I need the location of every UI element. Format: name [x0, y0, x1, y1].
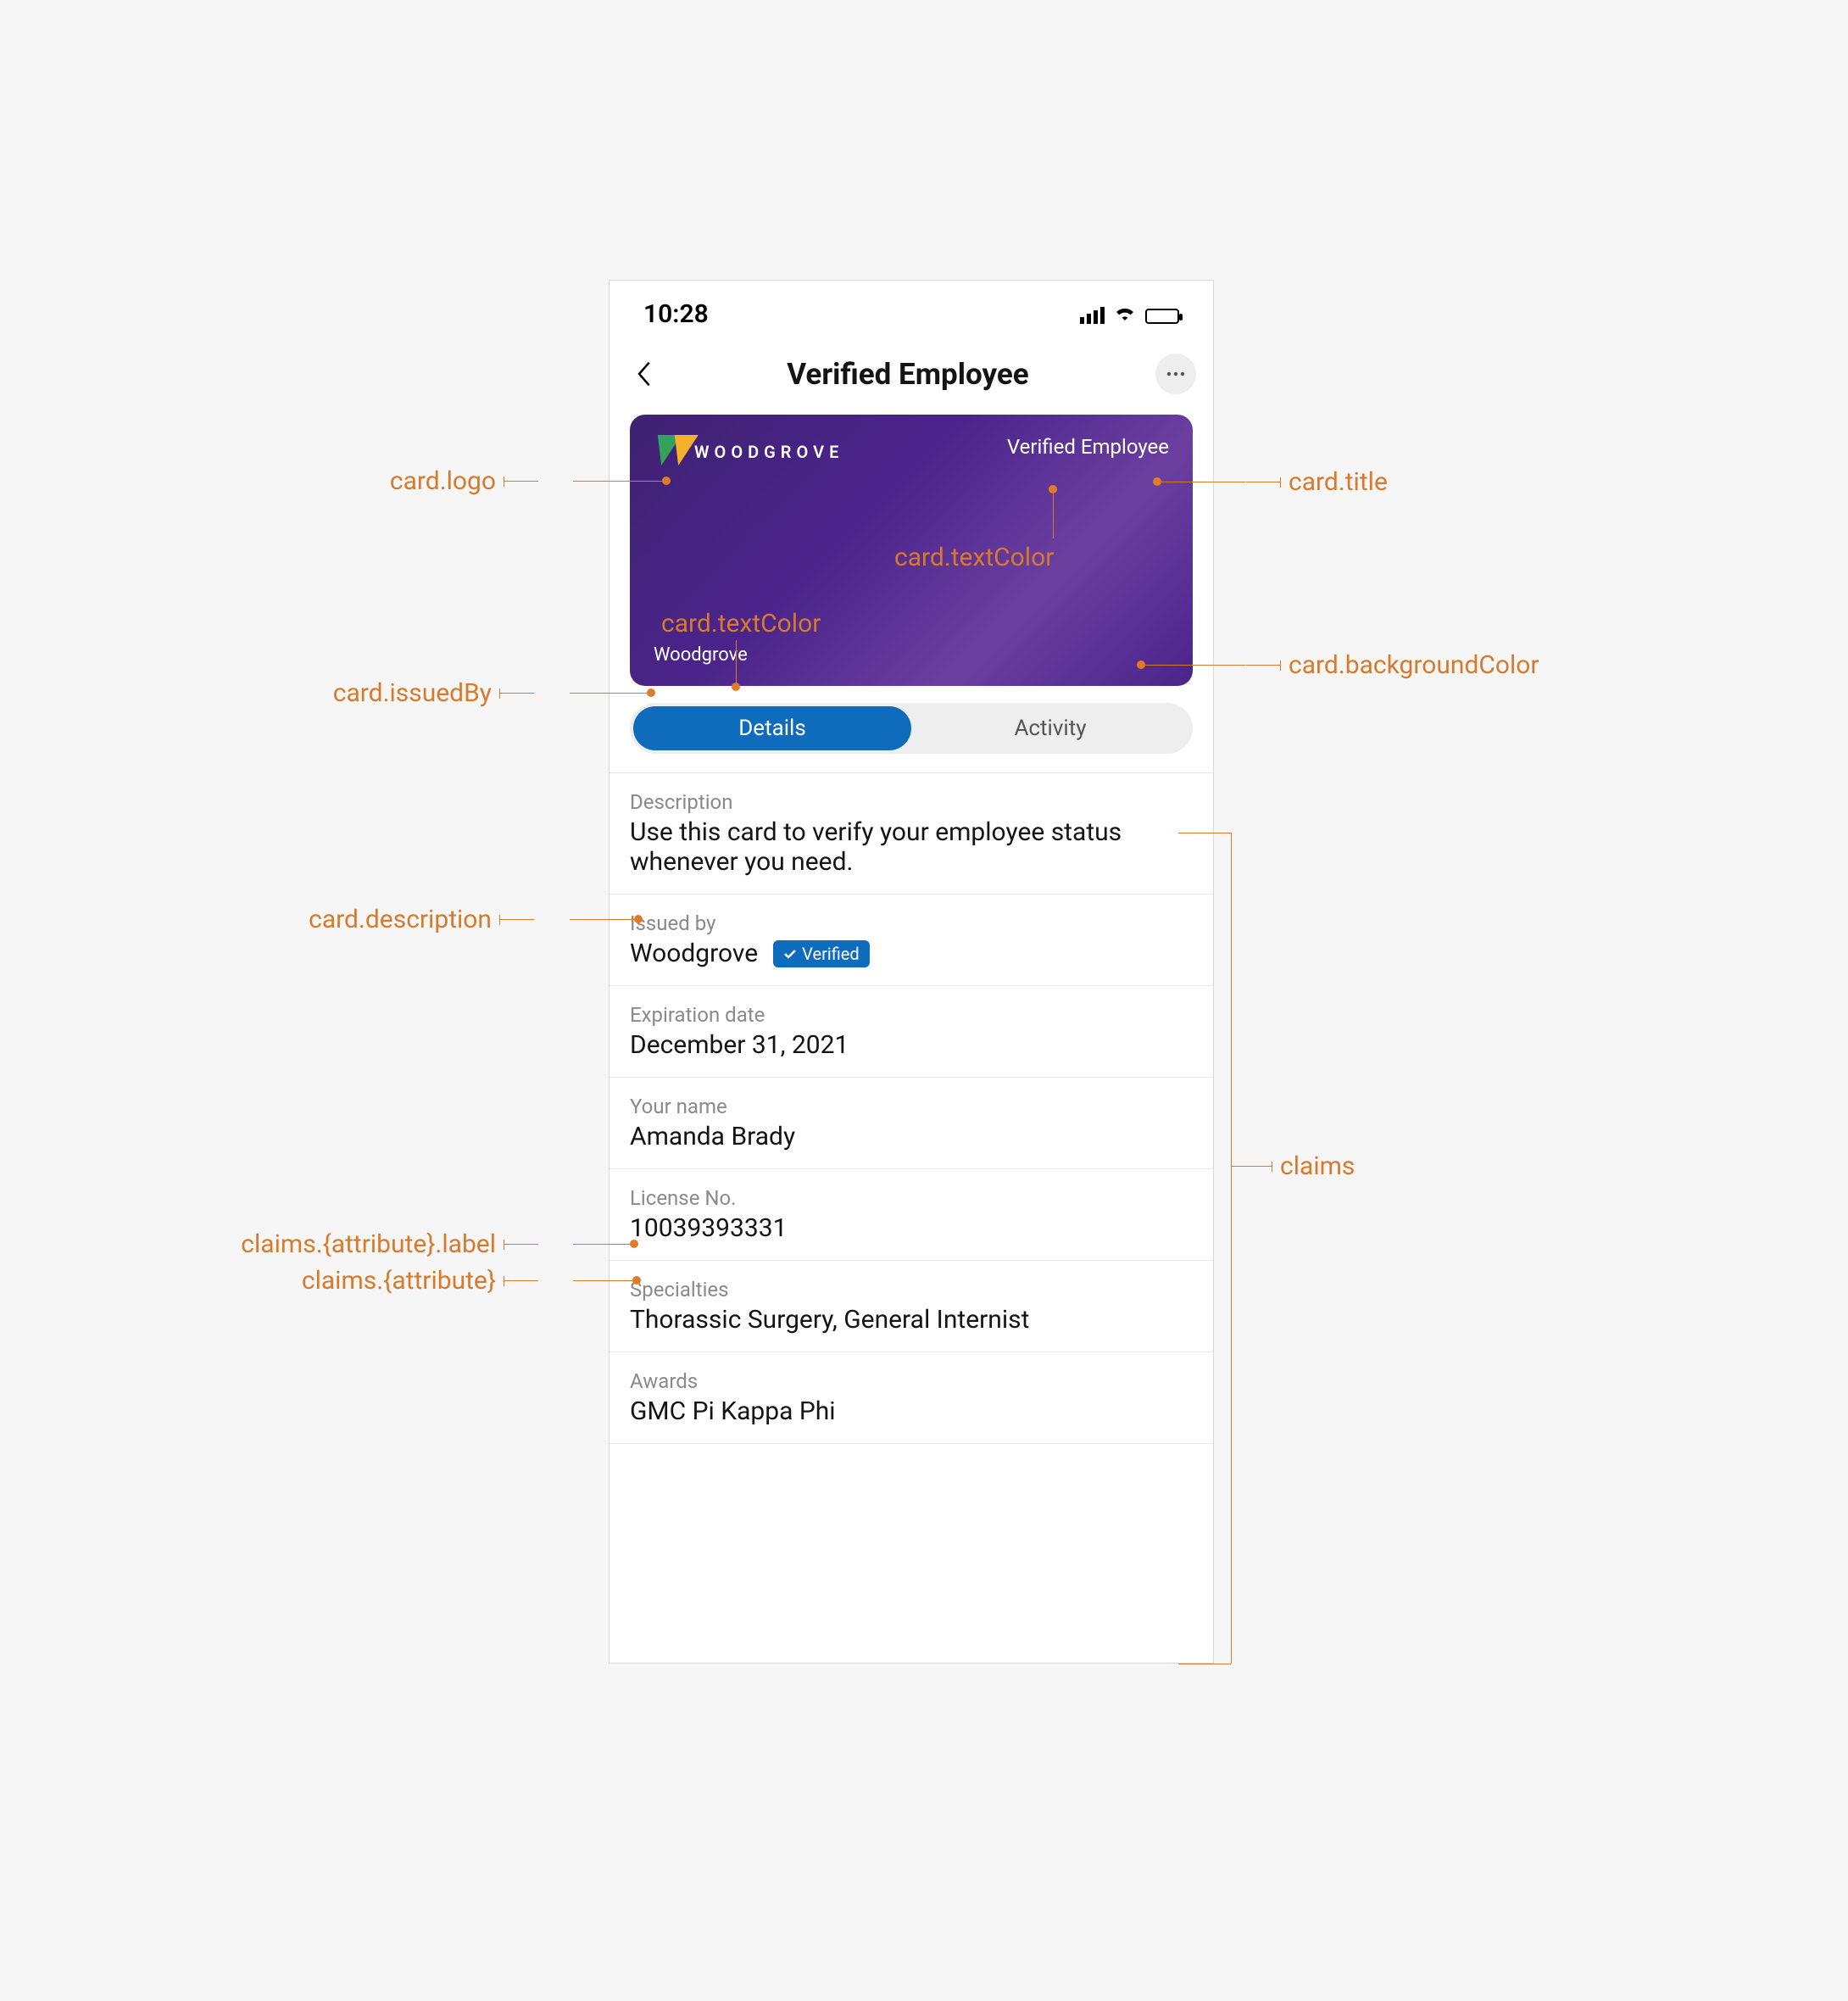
card-logo: WOODGROVE — [654, 435, 843, 469]
annotation-text-color-1: card.textColor — [894, 543, 1054, 572]
ellipsis-icon — [1166, 371, 1185, 376]
clock-text: 10:28 — [643, 299, 709, 329]
status-bar: 10:28 — [610, 281, 1213, 347]
expiration-label: Expiration date — [630, 1003, 1193, 1027]
detail-specialties: Specialties Thorassic Surgery, General I… — [610, 1261, 1213, 1352]
detail-license: License No. 10039393331 — [610, 1169, 1213, 1261]
name-label: Your name — [630, 1095, 1193, 1118]
logo-icon — [654, 435, 704, 469]
verified-text: Verified — [802, 944, 860, 964]
expiration-value: December 31, 2021 — [630, 1030, 1193, 1060]
license-value: 10039393331 — [630, 1213, 1193, 1243]
detail-description: Description Use this card to verify your… — [610, 773, 1213, 895]
wifi-icon — [1113, 304, 1137, 324]
annotation-card-bg: card.backgroundColor — [1246, 650, 1539, 680]
specialties-value: Thorassic Surgery, General Internist — [630, 1305, 1193, 1335]
chevron-left-icon — [635, 360, 652, 388]
card-issued-by: Woodgrove — [654, 644, 1169, 666]
check-icon — [783, 947, 797, 961]
cellular-icon — [1080, 307, 1105, 324]
battery-icon — [1145, 309, 1179, 324]
name-value: Amanda Brady — [630, 1122, 1193, 1151]
annotation-card-title: card.title — [1246, 467, 1388, 497]
tab-group: Details Activity — [630, 703, 1193, 754]
license-label: License No. — [630, 1186, 1193, 1210]
detail-expiration: Expiration date December 31, 2021 — [610, 986, 1213, 1078]
description-value: Use this card to verify your employee st… — [630, 817, 1193, 877]
tab-activity[interactable]: Activity — [911, 706, 1189, 750]
back-button[interactable] — [626, 357, 660, 391]
annotation-card-logo: card.logo — [284, 466, 538, 496]
awards-label: Awards — [630, 1369, 1193, 1393]
more-button[interactable] — [1155, 354, 1196, 394]
nav-row: Verified Employee — [610, 347, 1213, 411]
description-label: Description — [630, 790, 1193, 814]
annotation-attr: claims.{attribute} — [195, 1266, 538, 1296]
detail-awards: Awards GMC Pi Kappa Phi — [610, 1352, 1213, 1444]
logo-text: WOODGROVE — [694, 442, 843, 462]
details-list: Description Use this card to verify your… — [610, 772, 1213, 1444]
annotation-text-color-2: card.textColor — [661, 609, 821, 638]
annotation-attr-label: claims.{attribute}.label — [131, 1229, 538, 1259]
page-title: Verified Employee — [660, 357, 1155, 392]
status-icons — [1080, 304, 1179, 324]
verified-badge: Verified — [773, 940, 870, 967]
issuedby-label: Issued by — [630, 911, 1193, 935]
card-title: Verified Employee — [1007, 435, 1169, 459]
detail-issued-by: Issued by Woodgrove Verified — [610, 895, 1213, 986]
phone-frame: 10:28 Verified Employee WOODGROVE Verifi… — [609, 280, 1214, 1664]
annotation-card-issuedby: card.issuedBy — [246, 678, 534, 708]
detail-your-name: Your name Amanda Brady — [610, 1078, 1213, 1169]
specialties-label: Specialties — [630, 1278, 1193, 1301]
awards-value: GMC Pi Kappa Phi — [630, 1396, 1193, 1426]
annotation-card-description: card.description — [216, 905, 534, 934]
annotation-claims: claims — [1238, 1151, 1355, 1181]
tab-details[interactable]: Details — [633, 706, 911, 750]
issuedby-value: Woodgrove — [630, 939, 758, 968]
